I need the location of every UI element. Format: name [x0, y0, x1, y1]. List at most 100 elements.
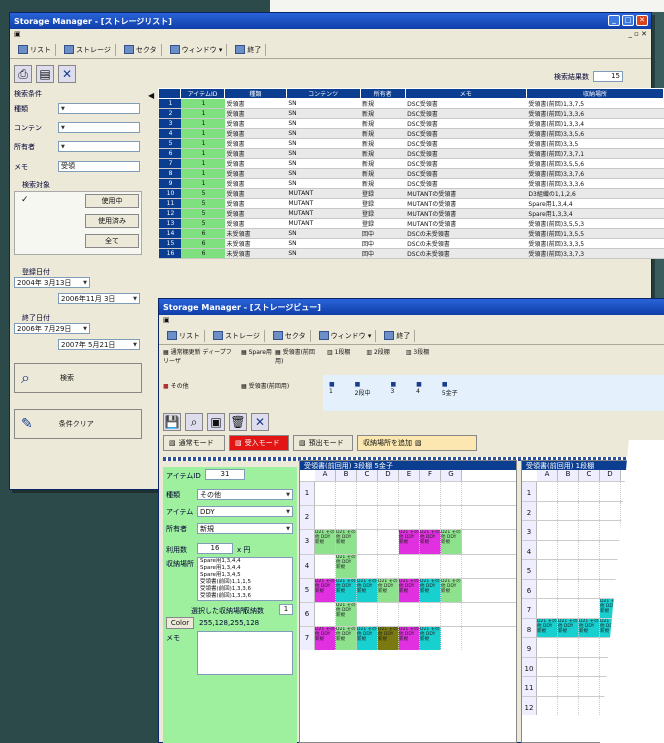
storage-cell[interactable]: D21 その他 DDY 新規 — [558, 618, 579, 637]
storage-cell[interactable] — [315, 602, 336, 627]
storage-cell[interactable] — [579, 482, 600, 501]
col-owner[interactable]: 所有者 — [359, 88, 406, 99]
place-list[interactable]: Spare用1,3,4,4 Spare用1,3,4,4 Spare用1,3,4,5 受… — [197, 557, 293, 601]
col-item-id[interactable]: アイテムID — [180, 88, 225, 99]
clear-button[interactable]: ✎ 条件クリア — [14, 409, 142, 439]
storage-cell[interactable]: D21 その他 DDY 新規 — [399, 578, 420, 602]
table-row[interactable]: 10 5 受領書 MUTANT 登録 MUTANTの受領書 D3組織の1,1,2,6 — [158, 188, 664, 199]
storage-cell[interactable] — [579, 560, 600, 579]
table-row[interactable]: 2 1 受領書 SN 新規 DSC受領書 受領書(前回)1,3,3,6 — [158, 108, 664, 119]
content-select[interactable] — [58, 122, 140, 133]
list-item[interactable]: Spare用1,3,4,4 — [200, 558, 292, 565]
storage-cell[interactable]: D21 その他 DDY 新規 — [579, 618, 600, 637]
search-button[interactable]: ⌕ 検索 — [14, 363, 142, 393]
list-item[interactable]: 受領書(前回)1,3,3,6 — [200, 586, 292, 593]
storage-cell[interactable] — [357, 554, 378, 578]
storage-cell[interactable]: D21 その他 DDY 新規 — [336, 602, 357, 627]
storage-cell[interactable] — [600, 482, 621, 501]
table-row[interactable]: 13 5 受領書 MUTANT 登録 MUTANTの受領書 受領書(前回)3,5,5,3 — [158, 218, 664, 229]
storage-cell[interactable] — [537, 560, 558, 579]
storage-cell[interactable] — [537, 677, 558, 696]
storage-cell[interactable] — [558, 521, 579, 540]
storage-cell[interactable] — [441, 482, 462, 506]
reg-date-from[interactable]: 2004年 3月13日 — [14, 277, 90, 288]
list-item[interactable]: Spare用1,3,4,5 — [200, 572, 292, 579]
col-location[interactable]: 収納場所 — [525, 88, 664, 99]
storage-cell[interactable] — [579, 501, 600, 520]
storage-cell[interactable] — [579, 696, 600, 715]
storage-cell[interactable] — [378, 530, 399, 554]
storage-cell[interactable] — [441, 506, 462, 530]
storage-cell[interactable] — [579, 677, 600, 696]
box-slot-3[interactable]: ■ 3 — [391, 381, 397, 405]
box-slot-5[interactable]: ■ 5金子 — [442, 381, 458, 405]
table-row[interactable]: 12 5 受領書 MUTANT 登録 MUTANTの受領書 Spare用1,3,3,4 — [158, 208, 664, 219]
storage-cell[interactable] — [537, 501, 558, 520]
storage-cell[interactable] — [558, 638, 579, 657]
storage-cell[interactable] — [399, 482, 420, 506]
storage-cell[interactable] — [315, 506, 336, 530]
tree-item-receipt[interactable]: ▦ 受領書(前回用) — [275, 347, 321, 365]
storage-cell[interactable]: D21 その他 DDY 新規 — [420, 530, 441, 554]
storage-cell[interactable]: D21 その他 DDY 新規 — [336, 530, 357, 554]
maximize-button[interactable]: □ — [622, 15, 634, 26]
nav-sector-button[interactable]: セクタ — [269, 329, 311, 342]
item-id-field[interactable]: 31 — [205, 469, 245, 480]
storage-cell[interactable] — [336, 482, 357, 506]
box-slot-1[interactable]: ■ 1 — [329, 381, 335, 405]
nav-window-button[interactable]: ウィンドウ ▾ — [166, 43, 228, 56]
search-icon[interactable]: ⌕ — [185, 413, 203, 431]
table-row[interactable]: 1 1 受領書 SN 新規 DSC受領書 受領書(前回)1,3,7,5 — [158, 98, 664, 109]
trash-icon[interactable]: 🗑 — [229, 413, 247, 431]
table-row[interactable]: 9 1 受領書 SN 新規 DSC受領書 受領書(前回)3,3,3,6 — [158, 178, 664, 189]
owner-select[interactable] — [58, 141, 140, 152]
storage-cell[interactable] — [357, 602, 378, 627]
storage-cell[interactable] — [558, 657, 579, 676]
storage-cell[interactable]: D21 その他 DDY 新規 — [336, 554, 357, 578]
num-field[interactable]: 1 — [279, 604, 293, 615]
storage-cell[interactable]: D21 その他 DDY 新規 — [441, 578, 462, 602]
reg-date-to[interactable]: 2006年11月 3日 — [58, 293, 140, 304]
list-item[interactable]: Spare用1,3,4,4 — [200, 565, 292, 572]
storage-cell[interactable] — [600, 501, 621, 520]
dispatch-mode-button[interactable]: ▧ 預出モード — [293, 435, 353, 451]
minimize-button[interactable]: _ — [608, 15, 620, 26]
print-icon[interactable]: ⎙ — [14, 65, 32, 83]
mdi-controls[interactable]: _ ▫ ✕ — [628, 30, 647, 38]
storage-cell[interactable] — [357, 482, 378, 506]
storage-cell[interactable] — [579, 521, 600, 540]
table-row[interactable]: 14 6 未受領書 SN 回中 DSCの未受領書 受領書(前回)1,3,5,5 — [158, 228, 664, 239]
collapse-arrow-icon[interactable]: ◀ — [148, 91, 154, 100]
storage-cell[interactable] — [579, 638, 600, 657]
storage-cell[interactable] — [558, 540, 579, 559]
nav-storage-button[interactable]: ストレージ — [209, 329, 265, 342]
storage-cell[interactable] — [336, 506, 357, 530]
owner-select[interactable]: 新規 — [197, 523, 293, 534]
storage-cell[interactable]: D21 その他 DDY 新規 — [399, 627, 420, 651]
storage-cell[interactable] — [420, 602, 441, 627]
storage-cell[interactable] — [600, 521, 621, 540]
storage-cell[interactable] — [441, 554, 462, 578]
storage-cell[interactable] — [399, 506, 420, 530]
table-row[interactable]: 7 1 受領書 SN 新規 DSC受領書 受領書(前回)3,5,5,6 — [158, 158, 664, 169]
slot-3[interactable]: ▥ 3段棚 — [406, 347, 429, 369]
add-location-button[interactable]: 収納場所を追加 ▧ — [357, 435, 477, 451]
kind-select[interactable]: その他 — [197, 489, 293, 500]
storage-cell[interactable] — [558, 482, 579, 501]
storage-cell[interactable] — [378, 506, 399, 530]
storage-cell[interactable] — [315, 482, 336, 506]
nav-list-button[interactable]: リスト — [14, 43, 56, 56]
in-use-button[interactable]: 使用中 — [85, 194, 139, 208]
storage-cell[interactable] — [558, 696, 579, 715]
count-field[interactable]: 16 — [197, 543, 233, 554]
storage-cell[interactable] — [558, 677, 579, 696]
storage-cell[interactable]: D21 その他 DDY 新規 — [357, 627, 378, 651]
box-slot-2[interactable]: ■ 2段中 — [355, 381, 371, 405]
storage-cell[interactable] — [579, 657, 600, 676]
item-select[interactable]: DDY — [197, 506, 293, 517]
used-button[interactable]: 使用済み — [85, 214, 139, 228]
col-kind[interactable]: 種類 — [224, 88, 287, 99]
storage-cell[interactable] — [378, 554, 399, 578]
table-row[interactable]: 16 6 未受領書 SN 回中 DSCの未受領書 受領書(前回)3,3,7,3 — [158, 248, 664, 259]
storage-cell[interactable]: D21 その他 DDY 新規 — [378, 627, 399, 651]
